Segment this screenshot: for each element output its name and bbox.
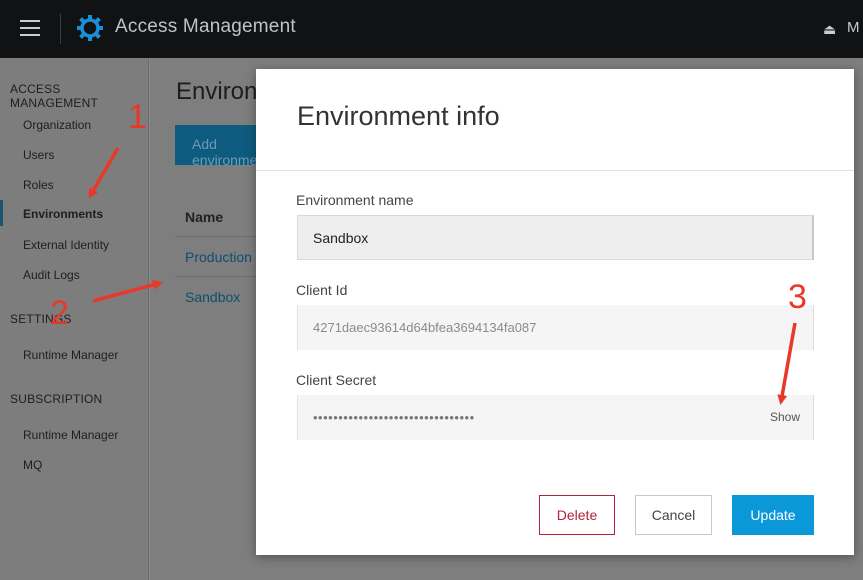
sidebar-item-audit-logs[interactable]: Audit Logs bbox=[23, 268, 80, 282]
modal-header: Environment info bbox=[256, 69, 854, 171]
modal-title: Environment info bbox=[297, 101, 500, 131]
sidebar-item-external-identity[interactable]: External Identity bbox=[23, 238, 109, 252]
menu-icon[interactable] bbox=[20, 20, 40, 37]
show-secret-button[interactable]: Show bbox=[770, 395, 800, 440]
sidebar-item-environments[interactable]: Environments bbox=[23, 207, 103, 221]
environment-info-modal: Environment info Environment name Sandbo… bbox=[256, 69, 854, 555]
client-secret-field[interactable]: •••••••••••••••••••••••••••••••• Show bbox=[297, 395, 814, 440]
cancel-button[interactable]: Cancel bbox=[635, 495, 712, 535]
annotation-number-3: 3 bbox=[788, 278, 807, 316]
table-header-name: Name bbox=[185, 209, 224, 225]
annotation-number-2: 2 bbox=[50, 294, 69, 332]
sidebar-item-settings-runtime-manager[interactable]: Runtime Manager bbox=[23, 348, 118, 362]
environment-link-sandbox[interactable]: Sandbox bbox=[185, 289, 240, 305]
sidebar-item-organization[interactable]: Organization bbox=[23, 118, 91, 132]
sidebar-active-indicator bbox=[0, 200, 3, 226]
environment-name-input[interactable]: Sandbox bbox=[297, 215, 814, 260]
sidebar-item-users[interactable]: Users bbox=[23, 148, 54, 162]
environment-link-production[interactable]: Production bbox=[185, 249, 252, 265]
update-button[interactable]: Update bbox=[732, 495, 814, 535]
client-secret-masked-value: •••••••••••••••••••••••••••••••• bbox=[313, 410, 475, 425]
delete-button[interactable]: Delete bbox=[539, 495, 615, 535]
sidebar: ACCESS MANAGEMENT Organization Users Rol… bbox=[0, 58, 149, 580]
gear-logo-icon bbox=[77, 15, 103, 41]
sidebar-item-subscription-runtime-manager[interactable]: Runtime Manager bbox=[23, 428, 118, 442]
client-id-label: Client Id bbox=[296, 282, 348, 298]
sidebar-section-subscription: SUBSCRIPTION bbox=[10, 392, 103, 406]
user-menu-icon[interactable]: ⏏ bbox=[823, 21, 839, 37]
topbar-divider bbox=[60, 14, 61, 44]
annotation-number-1: 1 bbox=[128, 98, 147, 136]
user-menu-label[interactable]: M bbox=[847, 19, 860, 36]
top-bar: Access Management ⏏ M bbox=[0, 0, 863, 58]
sidebar-item-roles[interactable]: Roles bbox=[23, 178, 54, 192]
sidebar-item-mq[interactable]: MQ bbox=[23, 458, 42, 472]
app-title: Access Management bbox=[115, 16, 296, 37]
client-id-field[interactable]: 4271daec93614d64bfea3694134fa087 bbox=[297, 305, 814, 350]
environment-name-label: Environment name bbox=[296, 192, 414, 208]
client-secret-label: Client Secret bbox=[296, 372, 377, 388]
